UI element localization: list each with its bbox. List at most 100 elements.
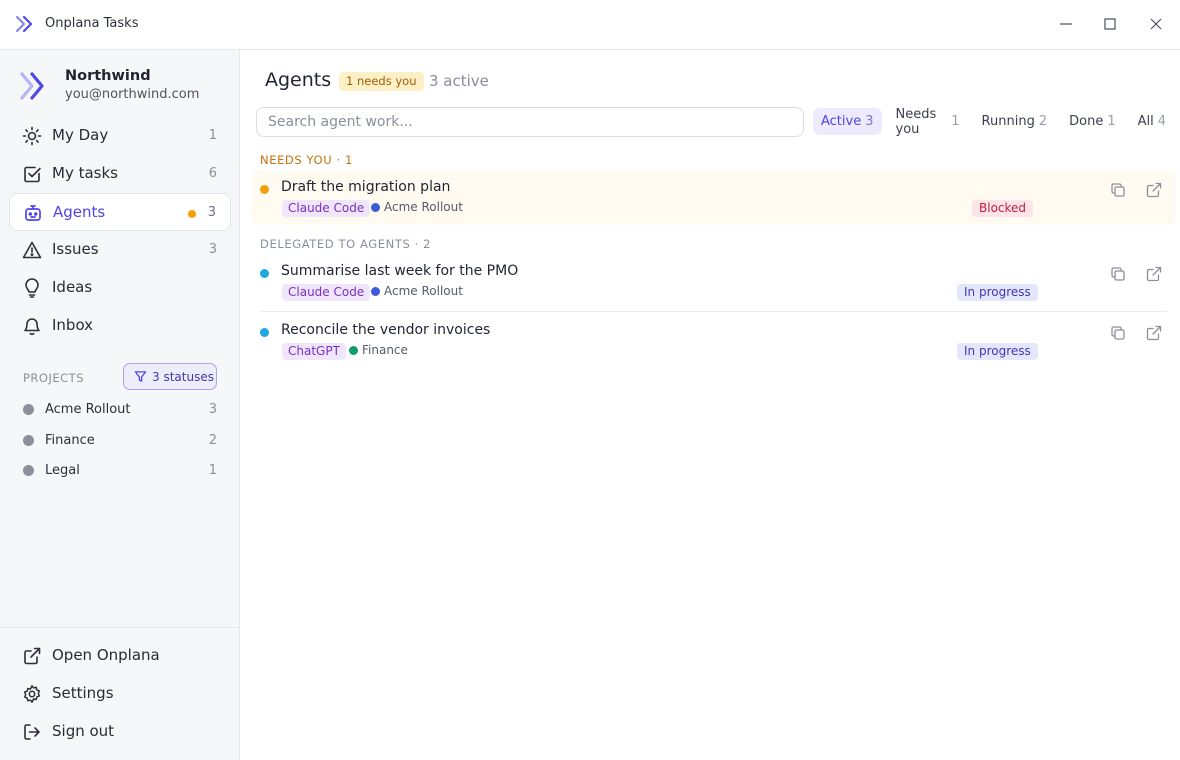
project-color-dot	[371, 202, 380, 212]
task-row[interactable]: Summarise last week for the PMO Claude C…	[252, 256, 1176, 310]
section-heading-delegated: DELEGATED TO AGENTS · 2	[260, 237, 432, 251]
project-count: 1	[208, 463, 217, 478]
status-dot	[260, 185, 269, 194]
row-divider	[260, 311, 1167, 312]
project-dot	[23, 435, 34, 446]
settings-link[interactable]: Settings	[9, 676, 231, 712]
project-tag: Acme Rollout	[371, 284, 463, 298]
sidebar-divider	[0, 627, 239, 628]
projects-heading: PROJECTS	[23, 371, 84, 385]
sidebar-project-legal[interactable]: Legal 1	[23, 460, 217, 482]
copy-icon[interactable]	[1109, 324, 1127, 342]
sign-out-icon	[24, 724, 40, 740]
tab-needs-you[interactable]: Needs you 1	[888, 106, 968, 137]
sidebar-item-label: My tasks	[52, 164, 118, 182]
copy-icon[interactable]	[1109, 181, 1127, 199]
bell-icon	[24, 318, 40, 336]
open-external-icon[interactable]	[1145, 181, 1163, 199]
maximize-icon	[1104, 18, 1116, 30]
copy-icon[interactable]	[1109, 265, 1127, 283]
sidebar-item-ideas[interactable]: Ideas	[9, 269, 231, 307]
title-bar: Onplana Tasks	[0, 0, 1180, 50]
status-badge: In progress	[957, 343, 1038, 360]
task-row[interactable]: Draft the migration plan Claude Code Acm…	[252, 171, 1176, 225]
checkbox-icon	[24, 166, 41, 183]
tab-all[interactable]: All 4	[1130, 108, 1174, 135]
task-row[interactable]: Reconcile the vendor invoices ChatGPT Fi…	[252, 315, 1176, 367]
project-label: Legal	[45, 463, 80, 478]
tab-active[interactable]: Active 3	[813, 108, 882, 135]
section-heading-needs-you: NEEDS YOU · 1	[260, 153, 353, 167]
sidebar: Northwind you@northwind.com My Day 1 My …	[0, 50, 240, 760]
sidebar-item-count: 3	[208, 242, 217, 257]
open-external-icon[interactable]	[1145, 324, 1163, 342]
search-input[interactable]	[256, 107, 804, 137]
tab-label: Active	[821, 114, 862, 129]
status-dot	[260, 269, 269, 278]
close-button[interactable]	[1143, 12, 1169, 36]
footer-item-label: Sign out	[52, 722, 115, 740]
project-dot	[23, 465, 34, 476]
sidebar-project-finance[interactable]: Finance 2	[23, 430, 217, 452]
gear-icon	[23, 685, 41, 703]
footer-item-label: Settings	[52, 684, 114, 702]
project-dot	[23, 404, 34, 415]
robot-icon	[25, 205, 41, 221]
project-count: 3	[208, 402, 217, 417]
task-title: Reconcile the vendor invoices	[281, 322, 491, 338]
sidebar-item-count: 1	[208, 128, 217, 143]
sidebar-item-issues[interactable]: Issues 3	[9, 231, 231, 269]
project-color-dot	[349, 345, 358, 355]
task-title: Summarise last week for the PMO	[281, 263, 519, 279]
tab-count: 1	[951, 114, 960, 129]
open-external-icon[interactable]	[1145, 265, 1163, 283]
status-badge: In progress	[957, 284, 1038, 301]
org-email: you@northwind.com	[65, 87, 200, 102]
sidebar-item-label: My Day	[52, 126, 109, 144]
status-filter-button[interactable]: 3 statuses	[123, 363, 217, 390]
tab-done[interactable]: Done 1	[1061, 108, 1123, 135]
project-tag-label: Finance	[362, 343, 408, 357]
tab-count: 2	[1038, 114, 1048, 129]
page-title: Agents	[265, 69, 332, 91]
window-title: Onplana Tasks	[45, 16, 139, 31]
sidebar-item-inbox[interactable]: Inbox	[9, 307, 231, 345]
agent-chip: ChatGPT	[282, 343, 346, 360]
org-name: Northwind	[65, 68, 151, 84]
attention-dot	[188, 210, 196, 218]
sidebar-item-my-tasks[interactable]: My tasks 6	[9, 155, 231, 193]
maximize-button[interactable]	[1097, 12, 1123, 36]
needs-you-badge: 1 needs you	[339, 72, 424, 91]
project-tag-label: Acme Rollout	[384, 200, 463, 214]
filter-tabs: Active 3 Needs you 1 Running 2 Done 1 Al…	[813, 106, 1180, 137]
main-panel: Agents 1 needs you 3 active Active 3 Nee…	[240, 50, 1180, 760]
sidebar-project-acme-rollout[interactable]: Acme Rollout 3	[23, 399, 217, 421]
sign-out-link[interactable]: Sign out	[9, 714, 231, 750]
sidebar-item-agents[interactable]: Agents 3	[9, 193, 231, 231]
agent-chip: Claude Code	[282, 284, 371, 301]
minimize-button[interactable]	[1053, 12, 1079, 36]
project-tag: Acme Rollout	[371, 200, 463, 214]
project-tag: Finance	[349, 343, 408, 357]
external-link-icon	[24, 647, 41, 665]
sidebar-item-count: 3	[207, 205, 216, 220]
lightbulb-icon	[25, 278, 39, 298]
tab-label: Running	[981, 114, 1035, 129]
task-title: Draft the migration plan	[281, 179, 451, 195]
active-count: 3 active	[429, 72, 489, 90]
sidebar-item-label: Inbox	[52, 316, 94, 334]
status-filter-label: 3 statuses	[152, 369, 214, 384]
filter-icon	[134, 371, 147, 382]
project-count: 2	[208, 433, 217, 448]
tab-count: 1	[1107, 114, 1116, 129]
tab-running[interactable]: Running 2	[974, 108, 1056, 135]
minimize-icon	[1060, 23, 1072, 25]
open-onplana-link[interactable]: Open Onplana	[9, 638, 231, 674]
sidebar-item-my-day[interactable]: My Day 1	[9, 117, 231, 155]
status-dot	[260, 328, 269, 337]
project-label: Finance	[45, 433, 95, 448]
project-tag-label: Acme Rollout	[384, 284, 463, 298]
tab-count: 3	[865, 114, 874, 129]
tab-label: Needs you	[895, 106, 937, 137]
close-icon	[1150, 18, 1162, 30]
